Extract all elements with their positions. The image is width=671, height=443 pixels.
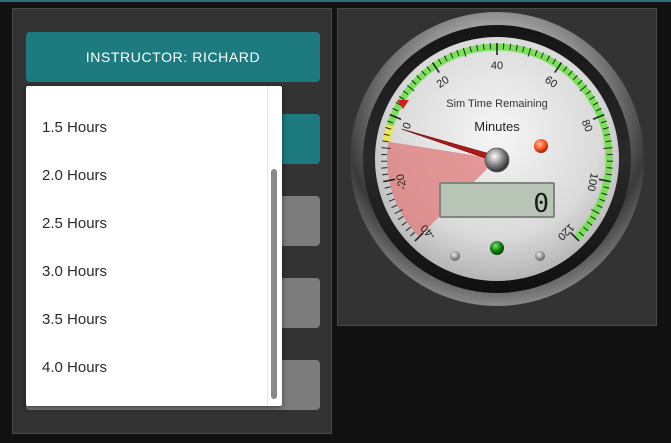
scale-tick bbox=[509, 43, 512, 50]
scale-tick bbox=[482, 43, 485, 50]
dropdown-option-2-0-hours[interactable]: 2.0 Hours bbox=[42, 167, 107, 184]
lcd-readout: 0 bbox=[533, 189, 549, 219]
dropdown-option-2-5-hours[interactable]: 2.5 Hours bbox=[42, 215, 107, 232]
top-accent-line bbox=[0, 0, 671, 2]
status-led-orange bbox=[534, 139, 548, 153]
instructor-button-label: INSTRUCTOR: RICHARD bbox=[85, 49, 261, 65]
dropdown-scroll-track bbox=[267, 86, 268, 406]
needle-hub bbox=[484, 147, 510, 173]
screw-right bbox=[535, 251, 545, 261]
duration-dropdown-menu[interactable]: 1.5 Hours 2.0 Hours 2.5 Hours 3.0 Hours … bbox=[26, 86, 282, 406]
instructor-button[interactable]: INSTRUCTOR: RICHARD bbox=[26, 32, 320, 82]
scale-label: 40 bbox=[491, 60, 503, 72]
gauge-title: Sim Time Remaining bbox=[446, 98, 547, 110]
dropdown-option-3-0-hours[interactable]: 3.0 Hours bbox=[42, 263, 107, 280]
dropdown-option-4-0-hours[interactable]: 4.0 Hours bbox=[42, 359, 107, 376]
dropdown-option-3-5-hours[interactable]: 3.5 Hours bbox=[42, 311, 107, 328]
dropdown-option-1-5-hours[interactable]: 1.5 Hours bbox=[42, 119, 107, 136]
screw-left bbox=[450, 251, 460, 261]
status-led-green bbox=[490, 241, 504, 255]
dropdown-scrollbar[interactable] bbox=[271, 169, 277, 399]
sim-time-gauge: -40-20020406080100120 Sim Time Remaining… bbox=[350, 12, 644, 306]
gauge-unit-label: Minutes bbox=[474, 119, 520, 134]
